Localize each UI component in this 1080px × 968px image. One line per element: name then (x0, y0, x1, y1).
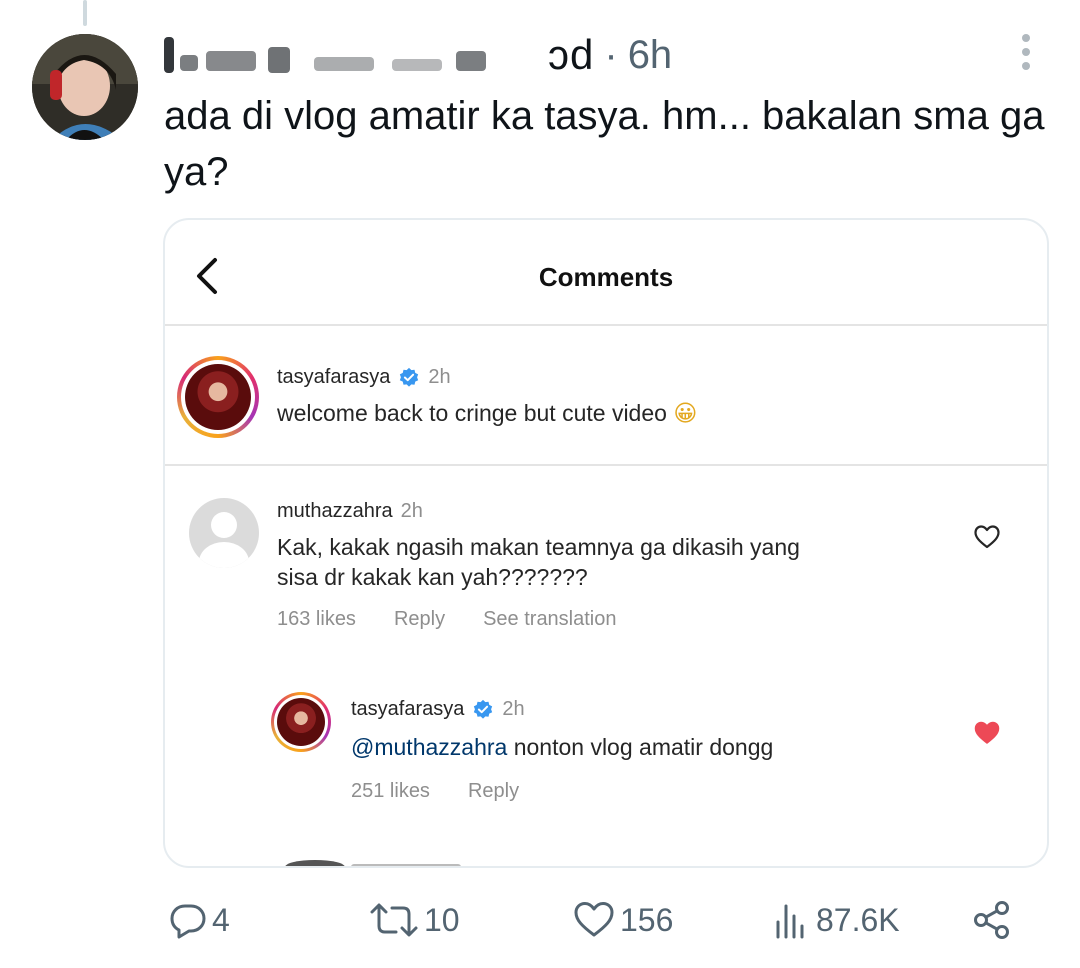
share-icon (974, 901, 1009, 939)
like-count: 156 (620, 901, 674, 938)
heart-filled-icon (974, 721, 1000, 744)
comment-separator (165, 464, 1047, 466)
reply-link: Reply (467, 780, 520, 802)
reply-meta: 251 likes Reply (351, 780, 519, 803)
retweet-button[interactable]: 10 (368, 900, 460, 940)
reply-text: @muthazzahra nonton vlog amatir dongg (351, 734, 774, 760)
obscured-author-name[interactable] (164, 33, 556, 77)
tweet-header: ɔd · 6h (164, 30, 672, 80)
retweet-count: 10 (424, 901, 460, 938)
verified-badge-icon (474, 699, 493, 719)
like-button[interactable]: 156 (572, 900, 673, 940)
views-chart-icon (776, 904, 804, 939)
header-dot: · (604, 32, 618, 77)
comment-text: welcome back to cringe but cute video 😀 (277, 400, 698, 427)
comment-username: muthazzahra 2h (277, 500, 423, 522)
mention-link: @muthazzahra (351, 734, 508, 760)
cut-off-avatar (285, 860, 345, 866)
reply-link: Reply (393, 608, 446, 630)
attached-image[interactable]: Comments tasyafarasya 2h welcome back to… (163, 218, 1049, 868)
cut-off-username (351, 864, 461, 866)
reply-button[interactable]: 4 (168, 900, 230, 940)
like-heart-icon (574, 902, 614, 937)
likes-count: 163 likes (277, 608, 356, 630)
comment-text: Kak, kakak ngasih makan teamnya ga dikas… (277, 534, 800, 590)
heart-outline-icon (974, 525, 1000, 549)
tasyafarasya-avatar (271, 692, 331, 752)
likes-count: 251 likes (351, 780, 430, 802)
ig-title: Comments (538, 262, 674, 292)
reply-count: 4 (212, 901, 230, 938)
comment-username: tasyafarasya 2h (277, 366, 451, 388)
reply-icon (170, 904, 206, 939)
views-count: 87.6K (816, 901, 900, 938)
tweet-action-bar: 4 10 156 87.6K (0, 890, 1080, 960)
default-avatar-icon (189, 498, 259, 568)
avatar-photo (32, 34, 138, 140)
views-button[interactable]: 87.6K (772, 900, 900, 940)
comment-meta: 163 likes Reply See translation (277, 608, 617, 631)
reply-username: tasyafarasya 2h (351, 698, 525, 720)
tweet-time[interactable]: 6h (628, 33, 673, 78)
share-button[interactable] (972, 900, 1012, 940)
more-options-icon[interactable] (1014, 34, 1038, 74)
tweet-text: ada di vlog amatir ka tasya. hm... bakal… (164, 94, 1045, 194)
verified-badge-icon (400, 367, 419, 387)
retweet-icon (370, 903, 418, 937)
tasyafarasya-avatar (177, 356, 259, 438)
grinning-emoji: 😀 (673, 401, 698, 427)
author-avatar[interactable] (32, 34, 138, 140)
ig-comments-header: Comments (165, 220, 1047, 326)
see-translation-link: See translation (483, 608, 617, 630)
thread-connector-line (83, 0, 87, 26)
